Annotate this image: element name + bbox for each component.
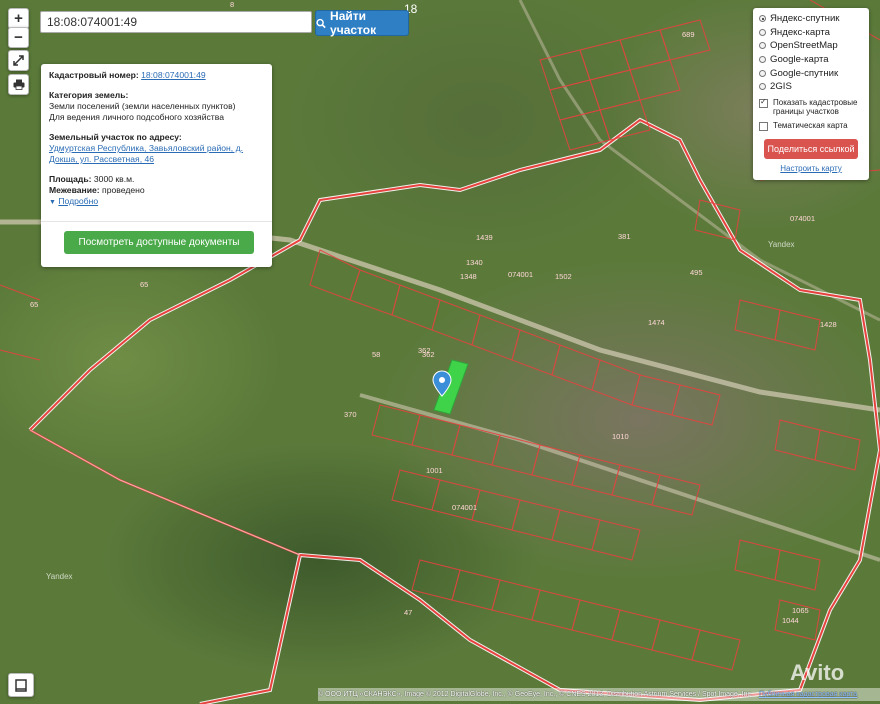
basemap-option-label: Яндекс-спутник [770,13,840,25]
parcel-number-label: 1502 [555,272,572,281]
parcel-number-label: 1348 [460,272,477,281]
parcel-number-label: 495 [690,268,703,277]
parcel-number-label: 1010 [612,432,629,441]
area-value: 3000 кв.м. [93,174,135,184]
panel-divider [41,221,272,222]
fullscreen-button[interactable] [8,50,29,71]
share-link-button[interactable]: Поделиться ссылкой [764,138,858,159]
cadastral-number-link[interactable]: 18:08:074001:49 [141,70,206,80]
configure-map-link[interactable]: Настроить карту [780,164,841,173]
show-borders-checkbox[interactable]: Показать кадастровые границы участков [759,97,863,117]
map-attribution: © ООО ИТЦ «СКАНЭКС», Image © 2012 Digita… [318,688,880,701]
parcel-number-label: 370 [344,410,357,419]
basemap-option[interactable]: Яндекс-карта [759,26,863,40]
public-cadastral-map-link[interactable]: Публичная кадастровая карта [759,691,857,698]
basemap-option[interactable]: Яндекс-спутник [759,12,863,26]
parcel-number-label: 58 [372,350,381,359]
basemap-option[interactable]: Google-спутник [759,66,863,80]
thematic-map-label: Тематическая карта [773,120,848,130]
radio-unselected-icon [759,69,766,77]
basemap-option[interactable]: OpenStreetMap [759,39,863,53]
parcel-number-label: 689 [682,30,695,39]
parcel-number-label: 381 [618,232,631,241]
printer-icon [13,79,24,90]
basemap-options: Яндекс-спутник Яндекс-карта OpenStreetMap G… [759,12,863,94]
parcel-number-label: 1439 [476,233,493,242]
radio-unselected-icon [759,56,766,64]
land-category-label: Категория земель: [49,90,129,100]
thematic-map-checkbox[interactable]: Тематическая карта [759,121,863,131]
address-link[interactable]: Удмуртская Республика, Завьяловский райо… [49,143,243,164]
land-use-value: Для ведения личного подсобного хозяйства [49,112,224,122]
map-label-yandex-1: Yandex [768,240,795,249]
basemap-option-label: Яндекс-карта [770,26,830,38]
basemap-option-label: OpenStreetMap [770,40,838,52]
basemap-option-label: 2GIS [770,81,792,93]
map-label-yandex-2: Yandex [46,572,73,581]
land-category-value: Земли поселений (земли населенных пункто… [49,101,236,111]
parcel-number-label: 1428 [820,320,837,329]
map-label-quarter-2: 074001 [508,270,534,279]
basemap-option[interactable]: Google-карта [759,53,863,67]
view-documents-button[interactable]: Посмотреть доступные документы [64,231,254,254]
show-borders-label: Показать кадастровые границы участков [773,97,858,117]
book-icon [15,678,27,692]
caret-down-icon: ▼ [49,199,56,206]
radio-unselected-icon [759,42,766,50]
parcel-number-label: 65 [30,300,39,309]
parcel-number-label: 1001 [426,466,443,475]
parcel-number-label: 65 [140,280,149,289]
more-details-toggle[interactable]: ▼ Подробно [49,196,264,208]
basemap-option-label: Google-спутник [770,67,839,79]
parcel-number-label: 362 [418,346,431,355]
radio-unselected-icon [759,28,766,36]
survey-label: Межевание: [49,185,100,195]
expand-icon [13,55,24,66]
parcel-info-panel: Кадастровый номер: 18:08:074001:49 Катег… [41,64,272,267]
map-label-quarter-3: 074001 [452,503,478,512]
attribution-text: © ООО ИТЦ «СКАНЭКС», Image © 2012 Digita… [318,691,753,698]
zoom-in-button[interactable]: + [8,8,29,29]
parcel-number-label: 47 [404,608,413,617]
map-label-quarter-1: 074001 [790,214,816,223]
address-label: Земельный участок по адресу: [49,132,182,142]
print-button[interactable] [8,74,29,95]
more-details-link[interactable]: Подробно [58,196,98,206]
checkbox-unchecked-icon [759,121,768,131]
checkbox-checked-icon [759,97,768,108]
avito-watermark: Avito [790,660,845,685]
parcel-number-label: 1065 [792,606,809,615]
cadastral-number-input[interactable] [40,11,312,33]
area-label: Площадь: [49,174,92,184]
basemap-option[interactable]: 2GIS [759,80,863,94]
find-parcel-button[interactable]: Найти участок [315,9,409,37]
layers-panel: Яндекс-спутник Яндекс-карта OpenStreetMap G… [753,8,869,180]
cadastral-number-label: Кадастровый номер: [49,70,139,80]
parcel-number-label: 1474 [648,318,665,327]
parcel-number-label: 1044 [782,616,799,625]
map-label-top-left-number: 8 [230,0,235,9]
survey-value: проведено [102,185,145,195]
zoom-out-button[interactable]: − [8,27,29,48]
find-parcel-label: Найти участок [330,9,377,37]
legend-button[interactable] [8,673,34,697]
search-icon [316,18,326,28]
radio-unselected-icon [759,83,766,91]
basemap-option-label: Google-карта [770,54,829,66]
radio-selected-icon [759,15,766,23]
parcel-number-label: 1340 [466,258,483,267]
